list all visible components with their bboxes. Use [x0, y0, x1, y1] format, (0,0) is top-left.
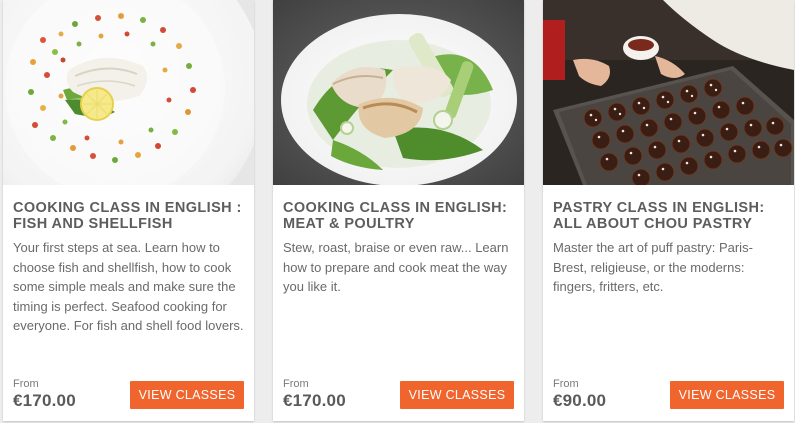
pastry-tray-photo-icon [543, 0, 794, 185]
view-classes-button[interactable]: VIEW CLASSES [130, 381, 244, 409]
card-title-line: ALL ABOUT CHOU PASTRY [553, 216, 753, 232]
card-title[interactable]: COOKING CLASS IN ENGLISH : FISH AND SHEL… [13, 200, 244, 232]
card-title-line: MEAT & POULTRY [283, 216, 415, 232]
card-title[interactable]: COOKING CLASS IN ENGLISH: MEAT & POULTRY [283, 200, 514, 232]
fish-dish-image[interactable] [3, 0, 254, 185]
fish-dish-photo-icon [3, 0, 254, 185]
class-card-grid: COOKING CLASS IN ENGLISH : FISH AND SHEL… [3, 0, 795, 423]
class-card-meat: COOKING CLASS IN ENGLISH: MEAT & POULTRY… [273, 0, 524, 421]
price-block: From €170.00 [283, 378, 346, 411]
price-block: From €90.00 [553, 378, 606, 411]
price-value: €170.00 [283, 391, 346, 410]
class-card-fish: COOKING CLASS IN ENGLISH : FISH AND SHEL… [3, 0, 254, 421]
price-block: From €170.00 [13, 378, 76, 411]
card-description: Master the art of puff pastry: Paris-Bre… [553, 240, 753, 294]
price-from-label: From [553, 378, 579, 390]
price-from-label: From [283, 378, 309, 390]
card-title-line: COOKING CLASS IN ENGLISH : [13, 200, 242, 216]
card-title-line: COOKING CLASS IN ENGLISH: [283, 200, 508, 216]
card-title[interactable]: PASTRY CLASS IN ENGLISH: ALL ABOUT CHOU … [553, 200, 784, 232]
meat-dish-photo-icon [273, 0, 524, 185]
view-classes-button[interactable]: VIEW CLASSES [670, 381, 784, 409]
meat-dish-image[interactable] [273, 0, 524, 185]
view-classes-button[interactable]: VIEW CLASSES [400, 381, 514, 409]
pastry-tray-image[interactable] [543, 0, 794, 185]
card-title-line: FISH AND SHELLFISH [13, 216, 173, 232]
price-from-label: From [13, 378, 39, 390]
card-description: Stew, roast, braise or even raw... Learn… [283, 240, 509, 294]
card-description: Your first steps at sea. Learn how to ch… [13, 240, 244, 333]
price-value: €170.00 [13, 391, 76, 410]
card-title-line: PASTRY CLASS IN ENGLISH: [553, 200, 765, 216]
class-card-pastry: PASTRY CLASS IN ENGLISH: ALL ABOUT CHOU … [543, 0, 794, 421]
price-value: €90.00 [553, 391, 607, 410]
